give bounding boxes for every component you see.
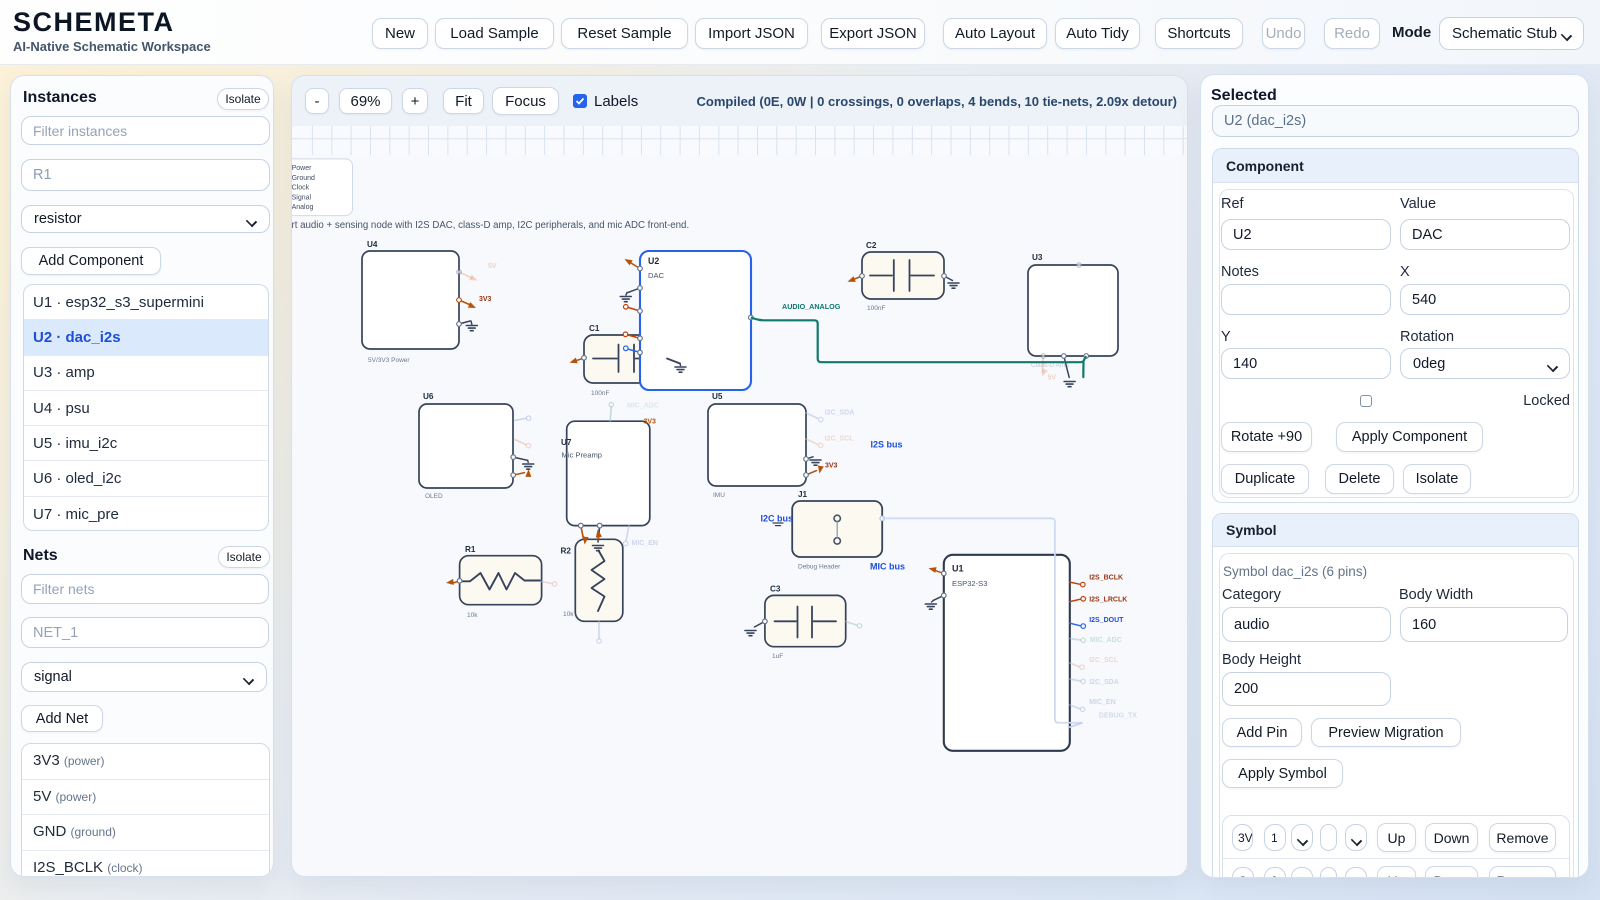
- svg-text:5V: 5V: [488, 263, 497, 270]
- svg-text:10k: 10k: [467, 612, 478, 619]
- svg-text:MIC bus: MIC bus: [870, 562, 905, 572]
- svg-text:I2C_SDA: I2C_SDA: [1089, 679, 1119, 686]
- svg-text:U3: U3: [1032, 253, 1043, 262]
- svg-text:I2S_LRCLK: I2S_LRCLK: [1089, 597, 1127, 604]
- svg-text:R1: R1: [465, 545, 476, 554]
- svg-text:3V3: 3V3: [825, 463, 838, 470]
- svg-text:3V3: 3V3: [644, 419, 657, 426]
- svg-text:U2: U2: [648, 256, 659, 266]
- svg-text:U5: U5: [712, 392, 723, 401]
- svg-text:10k: 10k: [563, 611, 574, 618]
- svg-text:R2: R2: [561, 547, 572, 556]
- svg-text:I2C_SCL: I2C_SCL: [825, 436, 855, 443]
- svg-text:5V: 5V: [1048, 375, 1057, 382]
- svg-text:IMU: IMU: [713, 492, 725, 499]
- svg-text:MIC_EN: MIC_EN: [632, 540, 658, 547]
- svg-text:I2C_SCL: I2C_SCL: [1089, 657, 1119, 664]
- svg-text:I2C bus: I2C bus: [760, 514, 793, 524]
- svg-text:OLED: OLED: [425, 493, 443, 500]
- svg-text:5V/3V3 Power: 5V/3V3 Power: [368, 357, 410, 364]
- svg-text:1uF: 1uF: [772, 653, 783, 660]
- svg-text:U7: U7: [561, 438, 572, 447]
- svg-text:Debug Header: Debug Header: [798, 564, 841, 571]
- svg-text:100nF: 100nF: [867, 305, 885, 312]
- svg-text:Clock: Clock: [292, 185, 310, 192]
- svg-text:Ground: Ground: [292, 175, 315, 182]
- svg-text:C1: C1: [589, 324, 600, 333]
- svg-text:U4: U4: [367, 240, 378, 249]
- svg-text:MIC_EN: MIC_EN: [1089, 699, 1115, 706]
- svg-text:I2C_SDA: I2C_SDA: [825, 410, 855, 417]
- svg-text:C3: C3: [770, 585, 781, 594]
- svg-text:I2S bus: I2S bus: [871, 440, 903, 450]
- svg-text:C2: C2: [866, 241, 877, 250]
- svg-text:Signal: Signal: [292, 194, 312, 201]
- svg-text:rt audio + sensing node with I: rt audio + sensing node with I2S DAC, cl…: [292, 220, 689, 231]
- svg-text:DEBUG_TX: DEBUG_TX: [1099, 713, 1137, 720]
- svg-text:U1: U1: [952, 564, 964, 574]
- svg-text:Analog: Analog: [292, 204, 314, 211]
- svg-text:AUDIO_ANALOG: AUDIO_ANALOG: [782, 302, 841, 311]
- svg-text:I2S_BCLK: I2S_BCLK: [1089, 575, 1123, 582]
- svg-text:J1: J1: [798, 490, 808, 499]
- svg-text:I2S_DOUT: I2S_DOUT: [1089, 617, 1124, 624]
- svg-text:DAC: DAC: [648, 271, 665, 280]
- svg-text:MIC_ADC: MIC_ADC: [1090, 637, 1122, 644]
- svg-text:MIC_ADC: MIC_ADC: [627, 403, 659, 410]
- svg-text:ESP32-S3: ESP32-S3: [952, 579, 987, 588]
- svg-text:100nF: 100nF: [591, 390, 609, 397]
- svg-text:3V3: 3V3: [479, 296, 492, 303]
- svg-text:Power: Power: [292, 165, 312, 172]
- svg-text:U6: U6: [423, 392, 434, 401]
- svg-text:Mic Preamp: Mic Preamp: [562, 451, 603, 460]
